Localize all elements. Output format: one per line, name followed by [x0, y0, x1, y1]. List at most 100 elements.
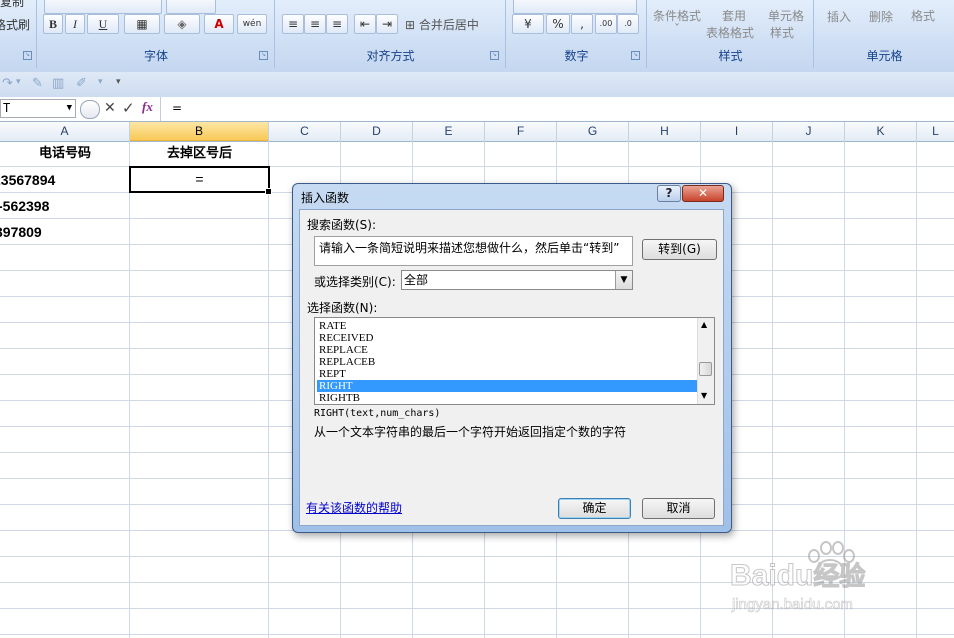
column-header-a[interactable]: A: [0, 122, 130, 141]
chevron-down-icon[interactable]: ▼: [615, 271, 632, 289]
column-header-c[interactable]: C: [269, 122, 341, 141]
go-button[interactable]: 转到(G): [642, 239, 717, 260]
cancel-formula-icon[interactable]: ✕: [104, 100, 116, 116]
underline-button[interactable]: U: [87, 14, 119, 34]
ribbon: 复制 格式刷 ↘ B I U ▦ ◈ A wén 字体 ↘ ≡ ≡ ≡ ⇤ ⇥ …: [0, 0, 954, 73]
delete-button[interactable]: 删除: [869, 8, 893, 25]
currency-button[interactable]: ¥: [512, 14, 544, 34]
formula-input[interactable]: =: [172, 101, 182, 115]
format-button[interactable]: 格式: [911, 7, 935, 24]
list-item-replaceb[interactable]: REPLACEB: [317, 356, 699, 368]
name-box[interactable]: T ▼: [0, 99, 76, 118]
table-format-button[interactable]: 表格格式: [706, 24, 754, 41]
column-header-f[interactable]: F: [485, 122, 557, 141]
insert-function-icon[interactable]: fx: [142, 99, 153, 115]
help-button[interactable]: ?: [657, 185, 681, 202]
spelling-icon[interactable]: ✎: [32, 76, 43, 91]
align-right-button[interactable]: ≡: [326, 14, 348, 34]
chevron-down-icon[interactable]: ▼: [67, 100, 72, 117]
border-button[interactable]: ▦: [124, 14, 160, 34]
list-item-rate[interactable]: RATE: [317, 320, 699, 332]
baidu-watermark: Baidu经验 jingyan.baidu.com: [729, 540, 945, 630]
category-select[interactable]: 全部 ▼: [401, 270, 633, 290]
dialog-body: 搜索函数(S): 请输入一条简短说明来描述您想做什么，然后单击“转到” 转到(G…: [299, 209, 724, 526]
column-header-h[interactable]: H: [629, 122, 701, 141]
cell-a3[interactable]: -562398: [0, 193, 128, 219]
decrease-decimal-button[interactable]: .0: [617, 14, 639, 34]
function-list[interactable]: RATE RECEIVED REPLACE REPLACEB REPT RIGH…: [314, 317, 715, 405]
bold-button[interactable]: B: [43, 14, 63, 34]
merge-center-button[interactable]: ⊞ 合并后居中: [405, 16, 479, 33]
list-item-received[interactable]: RECEIVED: [317, 332, 699, 344]
scroll-up-icon[interactable]: ▲: [701, 320, 707, 329]
cell-a1[interactable]: 电话号码: [0, 141, 130, 167]
font-name-combobox[interactable]: [44, 0, 162, 14]
chevron-down-icon[interactable]: ▾: [98, 77, 103, 87]
column-header-e[interactable]: E: [413, 122, 485, 141]
redo-icon[interactable]: ↷: [2, 76, 13, 91]
list-item-right-selected[interactable]: RIGHT: [317, 380, 699, 392]
list-item-replace[interactable]: REPLACE: [317, 344, 699, 356]
copy-button[interactable]: 复制: [0, 0, 24, 10]
table-format-label-1[interactable]: 套用: [722, 7, 746, 24]
align-center-button[interactable]: ≡: [304, 14, 326, 34]
cancel-button[interactable]: 取消: [642, 498, 715, 519]
column-header-b[interactable]: B: [130, 122, 269, 141]
search-function-input[interactable]: 请输入一条简短说明来描述您想做什么，然后单击“转到”: [314, 236, 633, 266]
font-size-combobox[interactable]: [166, 0, 216, 14]
column-header-j[interactable]: J: [773, 122, 845, 141]
function-help-link[interactable]: 有关该函数的帮助: [306, 499, 402, 516]
scroll-down-icon[interactable]: ▼: [701, 391, 707, 400]
cell-a2[interactable]: 23567894: [0, 167, 123, 193]
increase-decimal-button[interactable]: .00: [595, 14, 617, 34]
merge-icon: ⊞: [405, 18, 416, 32]
ok-button[interactable]: 确定: [558, 498, 631, 519]
number-launcher-icon[interactable]: ↘: [631, 51, 640, 60]
formula-bar: T ▼ ✕ ✓ fx =: [0, 97, 954, 122]
column-header-g[interactable]: G: [557, 122, 629, 141]
scroll-thumb[interactable]: [699, 362, 712, 376]
formula-buttons: ✕ ✓ fx: [80, 97, 160, 121]
list-item-rept[interactable]: REPT: [317, 368, 699, 380]
align-left-button[interactable]: ≡: [282, 14, 304, 34]
italic-button[interactable]: I: [65, 14, 85, 34]
number-format-combobox[interactable]: [513, 0, 637, 14]
column-headers: A B C D E F G H I J K L: [0, 122, 954, 142]
percent-button[interactable]: %: [546, 14, 570, 34]
gridline: [0, 634, 954, 635]
insert-button[interactable]: 插入: [827, 8, 851, 25]
edit-icon[interactable]: ✐: [76, 76, 87, 91]
clipboard-launcher-icon[interactable]: ↘: [23, 51, 32, 60]
font-color-button[interactable]: A: [204, 14, 234, 34]
confirm-formula-icon[interactable]: ✓: [122, 99, 135, 117]
decrease-indent-button[interactable]: ⇤: [354, 14, 376, 34]
gridline: [129, 141, 130, 638]
close-button[interactable]: ✕: [682, 185, 724, 202]
chevron-down-icon[interactable]: ▾: [16, 77, 21, 87]
cell-style-button[interactable]: 样式: [770, 24, 794, 41]
font-launcher-icon[interactable]: ↘: [259, 51, 268, 60]
fill-handle[interactable]: [265, 188, 272, 195]
alignment-launcher-icon[interactable]: ↘: [490, 51, 499, 60]
cell-a4[interactable]: 397809: [0, 219, 125, 245]
chart-icon[interactable]: ▥: [52, 76, 64, 91]
fill-color-button[interactable]: ◈: [164, 14, 200, 34]
list-item-rightb[interactable]: RIGHTB: [317, 392, 699, 404]
active-cell-b2[interactable]: =: [129, 166, 272, 195]
function-description: 从一个文本字符串的最后一个字符开始返回指定个数的字符: [314, 425, 627, 439]
border-icon: ▦: [136, 17, 148, 31]
column-header-d[interactable]: D: [341, 122, 413, 141]
column-header-i[interactable]: I: [701, 122, 773, 141]
cell-style-label-1[interactable]: 单元格: [768, 7, 804, 24]
cell-b1[interactable]: 去掉区号后: [130, 141, 269, 167]
format-painter-button[interactable]: 格式刷: [0, 16, 30, 33]
formula-separator-handle[interactable]: [80, 100, 100, 119]
column-header-k[interactable]: K: [845, 122, 917, 141]
phonetic-button[interactable]: wén: [237, 14, 267, 34]
font-group-label: 字体: [143, 49, 168, 63]
comma-button[interactable]: ,: [571, 14, 593, 34]
column-header-l[interactable]: L: [917, 122, 954, 141]
list-scrollbar[interactable]: ▲ ▼: [697, 318, 714, 404]
customize-toolbar-icon[interactable]: ▾: [116, 77, 121, 87]
increase-indent-button[interactable]: ⇥: [376, 14, 398, 34]
